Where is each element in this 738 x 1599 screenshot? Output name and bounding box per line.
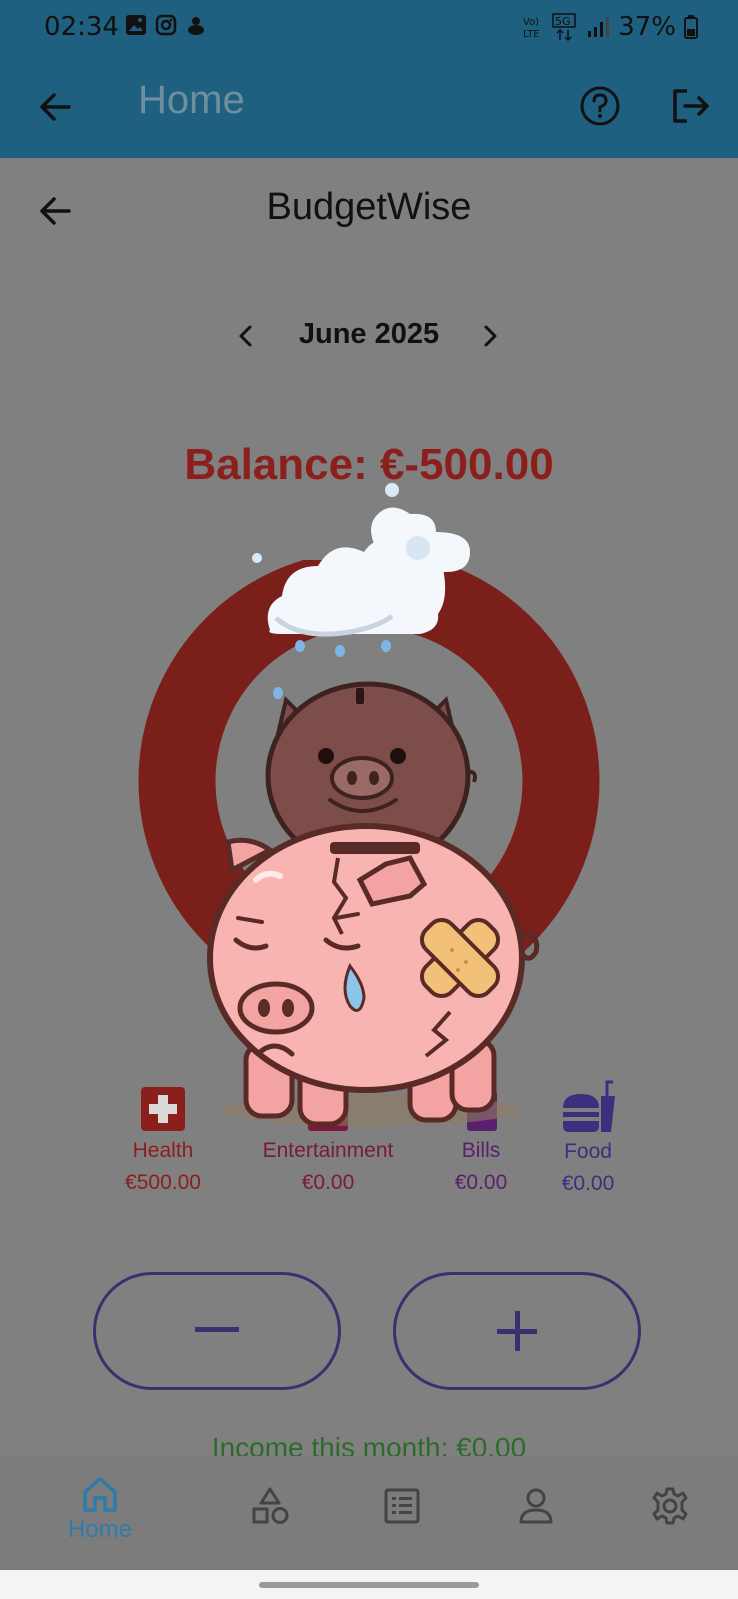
gallery-icon xyxy=(126,15,146,35)
instagram-icon xyxy=(155,14,177,36)
category-label: Food xyxy=(564,1140,612,1163)
home-icon xyxy=(83,1477,117,1512)
categories-icon xyxy=(252,1487,289,1524)
month-selector: June 2025 xyxy=(0,316,738,356)
nav-settings[interactable] xyxy=(630,1456,710,1570)
svg-text:Vo): Vo) xyxy=(523,17,539,28)
fastfood-icon xyxy=(563,1080,615,1132)
battery-icon xyxy=(684,15,698,39)
category-food[interactable]: Food €0.00 xyxy=(548,1078,628,1196)
logout-icon xyxy=(673,89,709,123)
nav-profile[interactable] xyxy=(496,1456,576,1570)
svg-text:LTE: LTE xyxy=(523,29,540,40)
chevron-right-icon xyxy=(484,325,497,347)
next-month-button[interactable] xyxy=(470,316,510,356)
nav-home-label: Home xyxy=(67,1516,133,1543)
logout-button[interactable] xyxy=(664,80,716,132)
app-icon xyxy=(188,17,204,35)
bottom-navigation: Home xyxy=(0,1456,738,1570)
add-expense-button[interactable] xyxy=(93,1272,341,1390)
medical-cross-icon xyxy=(141,1087,185,1131)
nav-categories[interactable] xyxy=(230,1456,310,1570)
battery-percent: 37% xyxy=(618,12,676,42)
nav-home[interactable]: Home xyxy=(52,1456,148,1570)
settings-icon xyxy=(652,1487,688,1525)
category-label: Bills xyxy=(461,1139,501,1162)
sad-piggy-bank-illustration xyxy=(207,483,540,1127)
status-time: 02:34 xyxy=(44,12,119,42)
category-amount: €500.00 xyxy=(125,1171,201,1194)
5g-icon: 5G xyxy=(552,13,576,41)
profile-icon xyxy=(519,1488,553,1524)
appbar-back-button[interactable] xyxy=(30,82,80,132)
signal-icon xyxy=(588,17,610,37)
help-icon xyxy=(580,86,620,126)
volte-icon: Vo)LTE xyxy=(523,17,540,40)
month-label: June 2025 xyxy=(298,318,440,350)
plus-icon xyxy=(497,1311,537,1351)
category-amount: €0.00 xyxy=(301,1171,355,1194)
appbar-title: Home xyxy=(138,78,245,122)
add-income-button[interactable] xyxy=(393,1272,641,1390)
svg-text:5G: 5G xyxy=(555,15,571,28)
nav-transactions[interactable] xyxy=(362,1456,442,1570)
category-label: Entertainment xyxy=(262,1139,394,1162)
home-gesture-pill[interactable] xyxy=(259,1582,479,1588)
category-label: Health xyxy=(132,1139,194,1162)
page-title: BudgetWise xyxy=(266,186,472,228)
gesture-bar xyxy=(0,1570,738,1599)
status-bar: 02:34 Vo) LTE 5G 37% xyxy=(0,0,738,56)
back-arrow-icon xyxy=(40,93,71,121)
category-amount: €0.00 xyxy=(561,1172,615,1195)
category-amount: €0.00 xyxy=(454,1171,508,1194)
help-button[interactable] xyxy=(574,80,626,132)
app-bar: Home xyxy=(0,56,738,158)
list-icon xyxy=(384,1488,420,1524)
minus-icon xyxy=(195,1327,239,1332)
